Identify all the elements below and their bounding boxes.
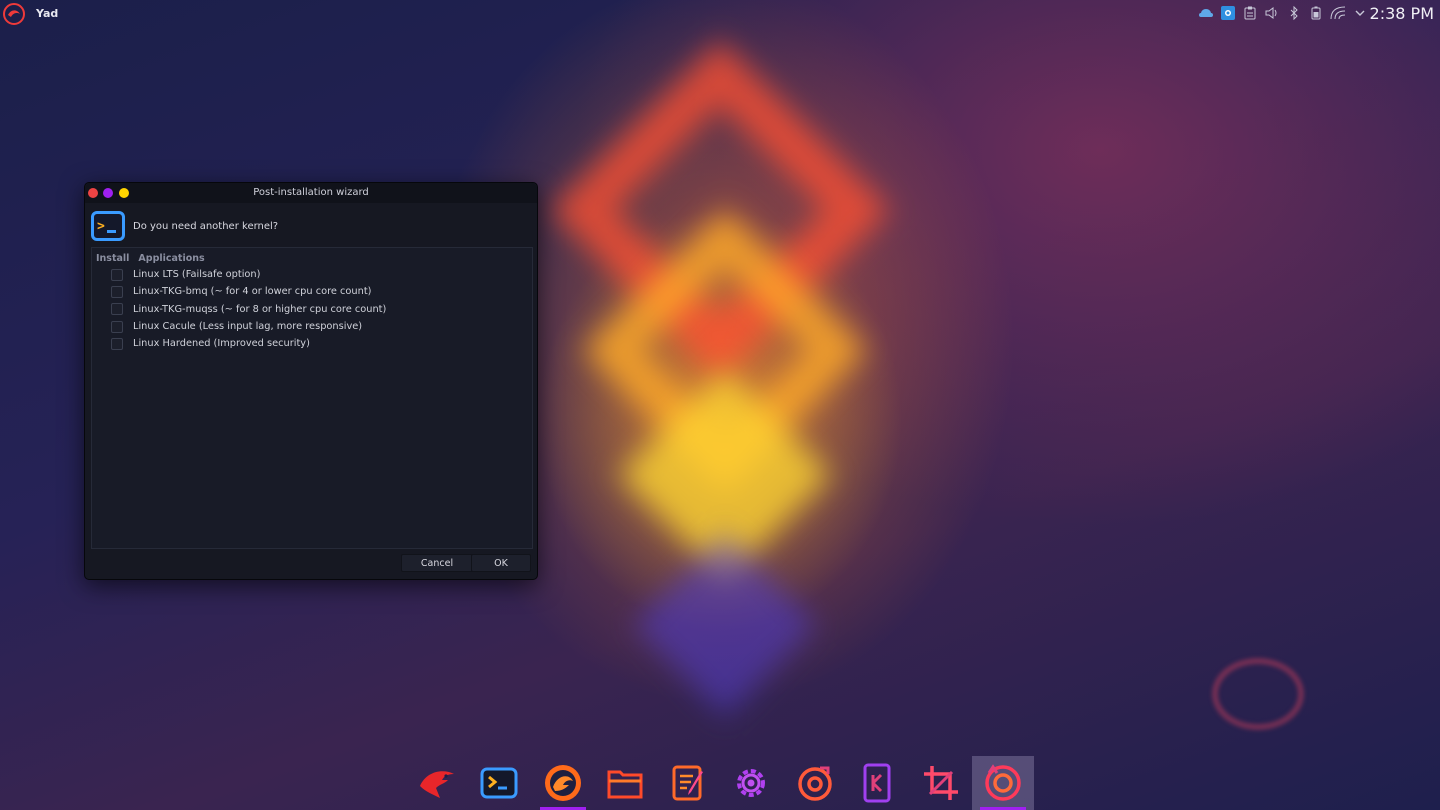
dialog-question: Do you need another kernel? [133,220,279,232]
music-player-icon [796,764,834,802]
dialog-titlebar[interactable]: Post-installation wizard [85,183,537,203]
firedragon-browser-icon [543,763,583,803]
volume-icon[interactable] [1264,4,1280,22]
install-checkbox[interactable] [111,303,123,316]
ok-button[interactable]: OK [471,554,531,572]
install-checkbox[interactable] [111,337,123,350]
cancel-button[interactable]: Cancel [401,554,473,572]
battery-icon[interactable] [1308,4,1324,22]
clipboard-icon[interactable] [1242,4,1258,22]
application-menu-icon[interactable] [2,2,26,26]
wallpaper-shape [633,533,817,717]
terminal-icon: > [91,211,125,241]
post-install-dialog: Post-installation wizard > Do you need a… [84,182,538,580]
list-header: Install Applications [96,253,205,264]
kernel-label: Linux Hardened (Improved security) [133,338,310,350]
kernel-label: Linux-TKG-bmq (~ for 4 or lower cpu core… [133,286,372,298]
dialog-header: > Do you need another kernel? [91,210,278,242]
file-manager-icon [606,766,644,800]
dock-item-browser[interactable] [532,756,594,810]
wallpaper-logo [1212,658,1304,730]
dock-item-kdeconnect[interactable] [846,756,908,810]
restore-tool-icon [983,763,1023,803]
column-header-applications[interactable]: Applications [138,253,204,264]
terminal-icon [480,766,518,800]
column-header-install[interactable]: Install [96,253,129,264]
weather-icon[interactable] [1198,4,1214,22]
dock-item-garuda[interactable] [406,756,468,810]
system-tray [1198,4,1368,22]
clock[interactable]: 2:38 PM [1370,4,1434,23]
crop-tool-icon [922,764,960,802]
kernel-label: Linux Cacule (Less input lag, more respo… [133,321,363,333]
list-item[interactable]: Linux Cacule (Less input lag, more respo… [92,318,532,335]
dock-item-files[interactable] [594,756,656,810]
bluetooth-icon[interactable] [1286,4,1302,22]
kernel-label: Linux LTS (Failsafe option) [133,269,261,281]
wifi-icon[interactable] [1330,4,1346,22]
active-app-name: Yad [36,7,59,20]
dock-item-restore[interactable] [972,756,1034,810]
text-editor-icon [671,764,707,802]
dock-item-settings[interactable] [720,756,782,810]
kernel-label: Linux-TKG-muqss (~ for 8 or higher cpu c… [133,303,387,315]
screenshot-tool-icon[interactable] [1220,4,1236,22]
list-item[interactable]: Linux-TKG-bmq (~ for 4 or lower cpu core… [92,283,532,300]
install-checkbox[interactable] [111,320,123,333]
kde-connect-icon [862,763,892,803]
list-item[interactable]: Linux-TKG-muqss (~ for 8 or higher cpu c… [92,301,532,318]
garuda-logo-icon [418,766,456,800]
dock [404,756,1044,810]
dock-item-editor[interactable] [658,756,720,810]
dialog-title: Post-installation wizard [253,187,369,198]
dock-item-music[interactable] [784,756,846,810]
list-item[interactable]: Linux Hardened (Improved security) [92,335,532,352]
install-checkbox[interactable] [111,285,123,298]
chevron-down-icon[interactable] [1352,4,1368,22]
dock-item-terminal[interactable] [468,756,530,810]
settings-icon [732,764,770,802]
list-item[interactable]: Linux LTS (Failsafe option) [92,266,532,283]
top-panel: Yad 2:38 PM [0,0,1440,28]
dock-item-crop[interactable] [910,756,972,810]
kernel-list: Install Applications Linux LTS (Failsafe… [91,247,533,549]
install-checkbox[interactable] [111,268,123,281]
